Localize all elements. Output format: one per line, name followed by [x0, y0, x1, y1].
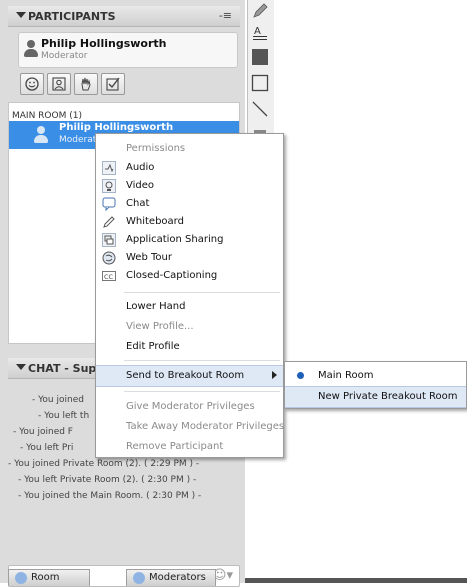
menu-item-chat[interactable]: Chat [96, 195, 283, 213]
audio-icon [102, 161, 116, 175]
whiteboard-toolbar: A [247, 0, 274, 145]
web-tour-icon [102, 251, 116, 265]
participant-context-menu: Permissions Audio Video Chat Whiteboard [95, 133, 284, 458]
chat-message: - You joined the Main Room. ( 2:30 PM ) … [18, 491, 202, 501]
submenu-item-main-room[interactable]: Main Room [285, 366, 466, 386]
chat-collapse-triangle-icon[interactable] [16, 364, 26, 370]
avatar [24, 40, 38, 58]
presenter-card: Philip Hollingsworth Moderator [18, 32, 238, 68]
video-icon [102, 179, 116, 193]
menu-item-web-tour[interactable]: Web Tour [96, 249, 283, 267]
menu-separator [124, 391, 280, 392]
chat-message: - You joined [32, 395, 84, 405]
selected-radio-icon [297, 372, 304, 379]
menu-item-video[interactable]: Video [96, 177, 283, 195]
submenu-arrow-icon [272, 371, 277, 379]
menu-separator [124, 292, 280, 293]
pencil-tool-icon[interactable] [251, 2, 269, 20]
menu-item-view-profile[interactable]: View Profile... [96, 318, 283, 336]
checkbox-button[interactable] [101, 73, 125, 95]
menu-item-audio[interactable]: Audio [96, 159, 283, 177]
raise-hand-button[interactable] [74, 73, 98, 95]
breakout-submenu: Main Room New Private Breakout Room [284, 361, 467, 409]
menu-item-send-to-breakout[interactable]: Send to Breakout Room [96, 365, 283, 387]
collapse-triangle-icon[interactable] [16, 12, 26, 18]
menu-item-edit-profile[interactable]: Edit Profile [96, 338, 283, 356]
submenu-item-new-private-room[interactable]: New Private Breakout Room [285, 386, 466, 408]
main-room-label: MAIN ROOM (1) [12, 111, 82, 121]
menu-item-take-moderator[interactable]: Take Away Moderator Privileges [96, 418, 284, 436]
pencil-icon [103, 216, 115, 228]
chat-title: CHAT - Sup [28, 362, 97, 375]
tab-room[interactable]: Room [8, 569, 90, 586]
chat-message: - You left Pri [20, 443, 74, 453]
room-icon [15, 572, 27, 584]
chat-message: - You left Private Room (2). ( 2:30 PM )… [18, 475, 197, 485]
presenter-name: Philip Hollingsworth [41, 37, 167, 50]
participants-header[interactable]: PARTICIPANTS -≡ [8, 6, 240, 27]
rect-tool-icon[interactable] [251, 74, 269, 92]
profile-button[interactable] [47, 73, 71, 95]
line-tool-icon[interactable] [251, 100, 269, 118]
menu-separator [124, 360, 280, 361]
chat-icon [102, 197, 116, 211]
svg-text:CC: CC [104, 273, 114, 281]
permissions-header: Permissions [126, 143, 186, 154]
profile-icon [52, 77, 66, 91]
participants-title: PARTICIPANTS [28, 10, 116, 23]
raise-hand-icon [81, 77, 91, 91]
svg-text:A: A [254, 26, 261, 37]
moderators-icon [133, 572, 145, 584]
participant-name: Philip Hollingsworth [59, 122, 174, 133]
menu-item-give-moderator[interactable]: Give Moderator Privileges [96, 398, 283, 416]
menu-item-application-sharing[interactable]: Application Sharing [96, 231, 283, 249]
tab-room-label: Room [31, 572, 60, 583]
smiley-status-icon [25, 77, 39, 91]
tab-moderators[interactable]: Moderators [126, 569, 216, 586]
text-tool-icon[interactable]: A [251, 24, 269, 42]
status-button[interactable] [20, 73, 44, 95]
menu-item-lower-hand[interactable]: Lower Hand [96, 298, 283, 316]
filled-rect-tool-icon[interactable] [251, 48, 269, 66]
chat-message: - You left th [38, 411, 90, 421]
menu-item-remove-participant[interactable]: Remove Participant [96, 438, 283, 456]
divider [245, 578, 467, 583]
checkbox-icon [106, 77, 120, 91]
app-share-icon [102, 233, 116, 247]
participant-avatar-icon [34, 126, 48, 144]
chat-message: - You joined F [13, 427, 73, 437]
menu-item-closed-captioning[interactable]: CC Closed-Captioning [96, 267, 283, 285]
presenter-role: Moderator [41, 51, 88, 61]
panel-menu-icon[interactable]: -≡ [219, 9, 232, 22]
menu-item-whiteboard[interactable]: Whiteboard [96, 213, 283, 231]
cc-icon: CC [102, 271, 116, 281]
tab-moderators-label: Moderators [149, 572, 206, 583]
chat-message: - You joined Private Room (2). ( 2:29 PM… [8, 459, 200, 469]
